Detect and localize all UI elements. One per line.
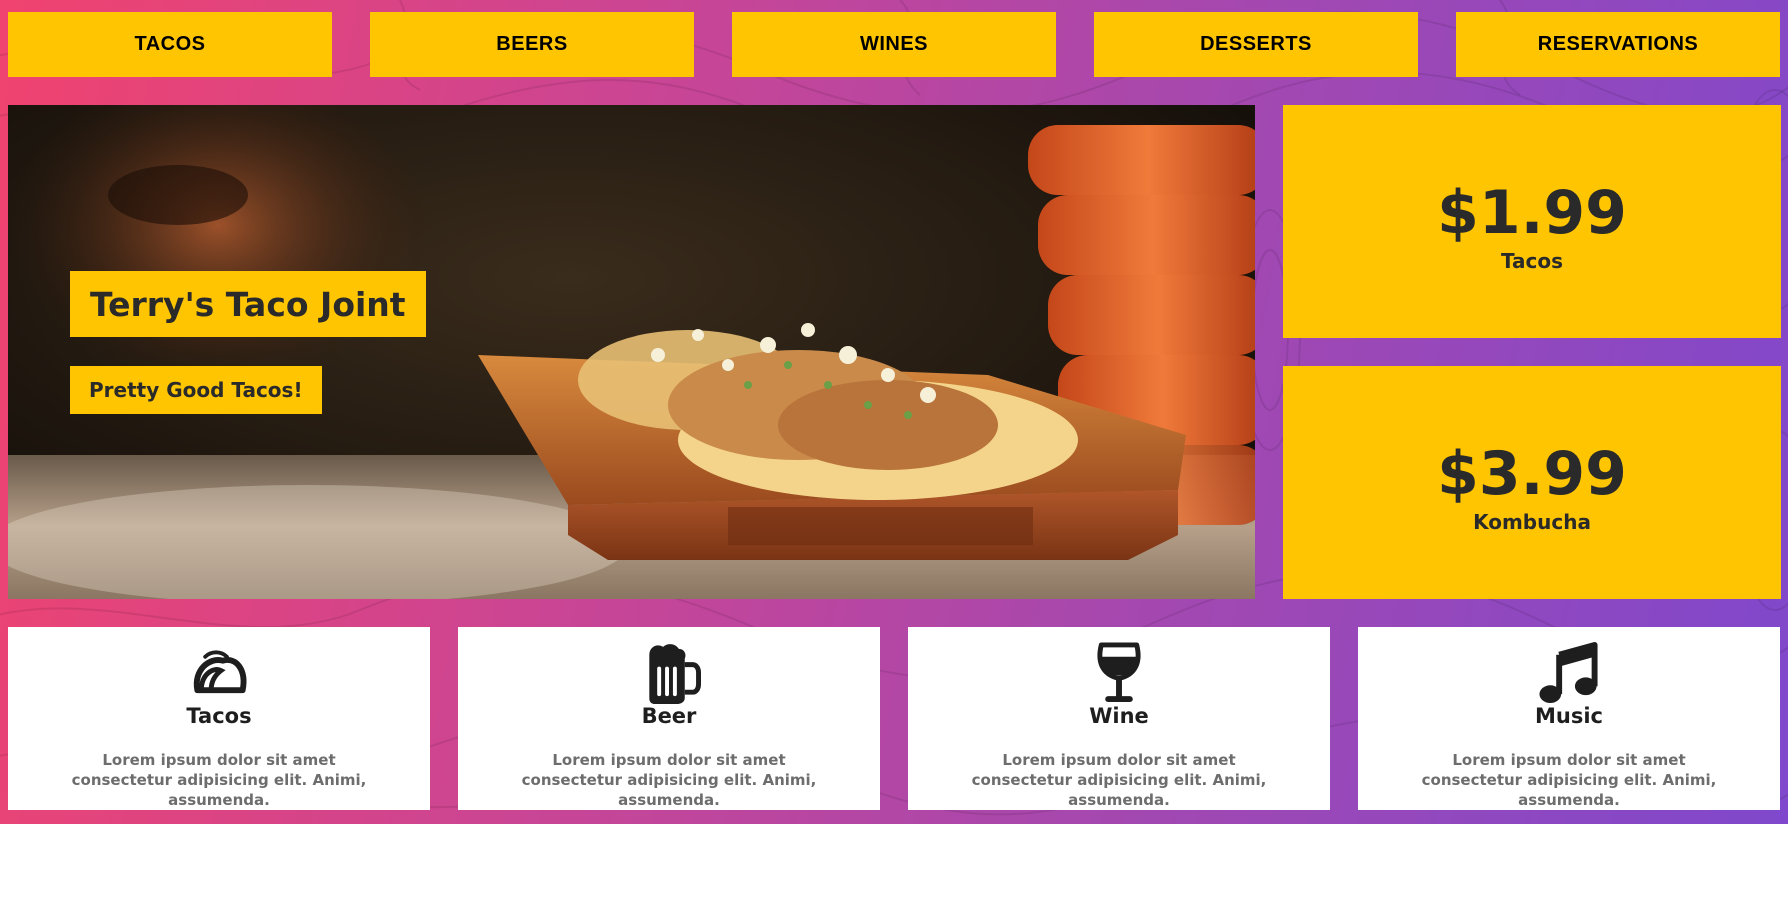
feature-text: Lorem ipsum dolor sit amet consectetur a… — [1421, 751, 1717, 809]
price-label: Tacos — [1500, 248, 1564, 273]
price-amount: $3.99 — [1437, 438, 1627, 509]
hero-title: Terry's Taco Joint — [70, 271, 426, 337]
nav-beers[interactable]: BEERS — [370, 12, 694, 77]
feature-title: Beer — [641, 704, 697, 728]
wine-glass-icon — [1097, 642, 1141, 703]
feature-card-music: Music Lorem ipsum dolor sit amet consect… — [1358, 627, 1780, 810]
taco-icon — [193, 650, 247, 694]
hero-taco-image — [8, 105, 1255, 599]
nav-reservations[interactable]: RESERVATIONS — [1456, 12, 1780, 77]
feature-title: Tacos — [186, 704, 252, 728]
feature-title: Music — [1535, 704, 1603, 728]
feature-text: Lorem ipsum dolor sit amet consectetur a… — [521, 751, 817, 809]
feature-card-wine: Wine Lorem ipsum dolor sit amet consecte… — [908, 627, 1330, 810]
hero-subtitle: Pretty Good Tacos! — [70, 366, 322, 414]
feature-text: Lorem ipsum dolor sit amet consectetur a… — [971, 751, 1267, 809]
price-label: Kombucha — [1473, 509, 1591, 534]
main-nav: TACOS BEERS WINES DESSERTS RESERVATIONS — [8, 12, 1780, 77]
music-note-icon — [1539, 641, 1598, 704]
feature-card-tacos: Tacos Lorem ipsum dolor sit amet consect… — [8, 627, 430, 810]
nav-tacos[interactable]: TACOS — [8, 12, 332, 77]
price-card-kombucha: $3.99 Kombucha — [1283, 366, 1781, 599]
hero-banner: Terry's Taco Joint Pretty Good Tacos! — [8, 105, 1255, 599]
price-amount: $1.99 — [1437, 177, 1627, 248]
feature-card-beer: Beer Lorem ipsum dolor sit amet consecte… — [458, 627, 880, 810]
price-card-tacos: $1.99 Tacos — [1283, 105, 1781, 338]
nav-wines[interactable]: WINES — [732, 12, 1056, 77]
beer-mug-icon — [649, 644, 701, 704]
features-row: Tacos Lorem ipsum dolor sit amet consect… — [8, 627, 1780, 810]
page-background: TACOS BEERS WINES DESSERTS RESERVATIONS — [0, 0, 1788, 824]
nav-desserts[interactable]: DESSERTS — [1094, 12, 1418, 77]
feature-title: Wine — [1089, 704, 1149, 728]
feature-text: Lorem ipsum dolor sit amet consectetur a… — [71, 751, 367, 809]
